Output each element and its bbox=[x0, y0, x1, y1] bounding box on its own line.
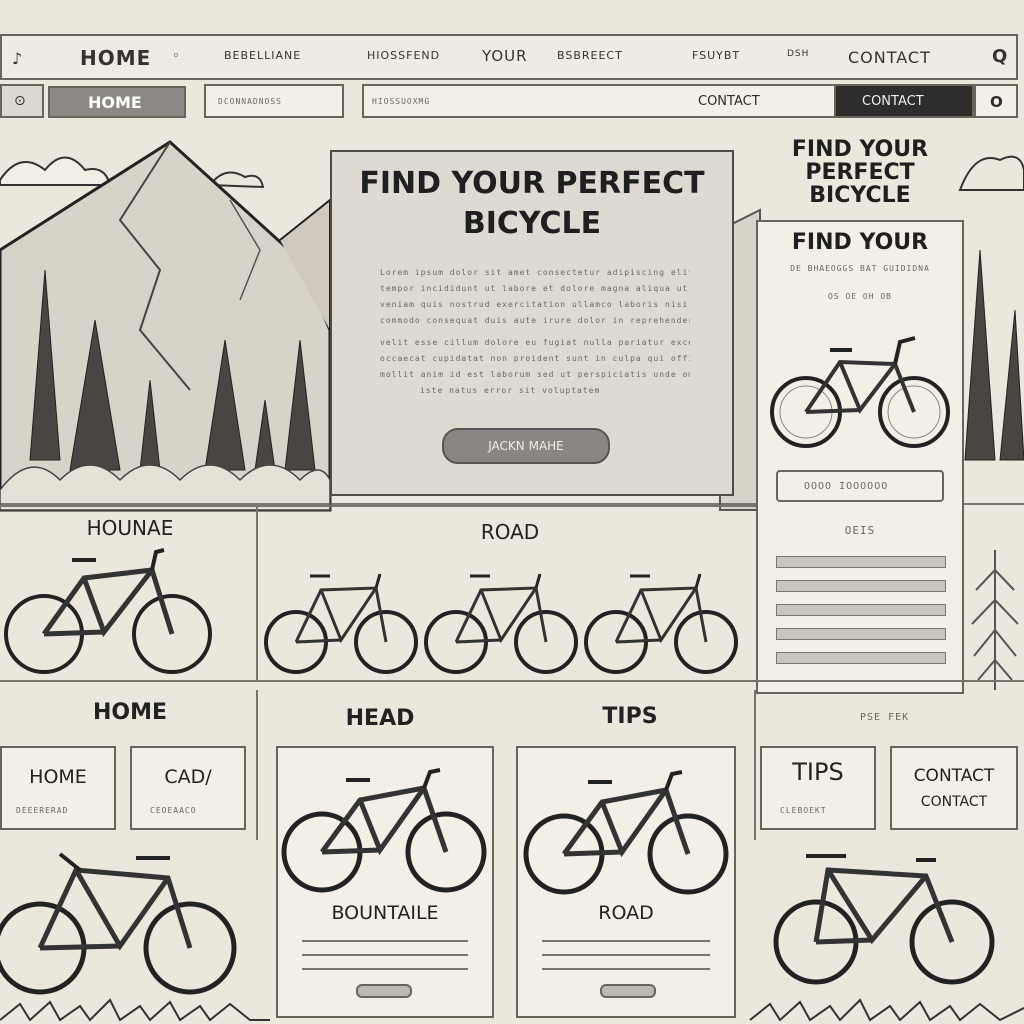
card-cadi[interactable]: CAD/ CEOEAACO bbox=[130, 746, 246, 830]
nav-link-2[interactable]: BEBELLIANE bbox=[224, 49, 301, 62]
road-bicycle-icon-2[interactable] bbox=[424, 570, 578, 680]
category-label-left[interactable]: HOUNAE bbox=[60, 516, 200, 540]
sidebar-list-bar[interactable] bbox=[776, 580, 946, 592]
card-cadi-sub: CEOEAACO bbox=[150, 806, 197, 815]
hero-cta-button[interactable]: JACKN MAHE bbox=[442, 428, 610, 464]
hero-body: Lorem ipsum dolor sit amet consectetur a… bbox=[380, 268, 690, 402]
card-tips-sub: CLEBOEKT bbox=[780, 806, 827, 815]
sidebar-list-bar[interactable] bbox=[776, 604, 946, 616]
nav-link-3[interactable]: HIOSSFEND bbox=[367, 49, 440, 62]
card-tips[interactable]: TIPS CLEBOEKT bbox=[760, 746, 876, 830]
row2-divider bbox=[754, 690, 756, 840]
hero-body-line: commodo consequat duis aute irure dolor … bbox=[380, 316, 690, 325]
category-label-road[interactable]: ROAD bbox=[440, 520, 580, 544]
section-label-tips: TIPS bbox=[602, 704, 658, 729]
card-contact-label-2: CONTACT bbox=[920, 794, 988, 810]
sidebar-card-button[interactable]: OOOO IOOOOOO bbox=[776, 470, 944, 502]
nav-home-link[interactable]: HOME bbox=[80, 46, 151, 70]
nav2-search-input[interactable]: HIOSSUOXMG CONTACT bbox=[362, 84, 836, 118]
bottom-mountain-bicycle-icon bbox=[0, 852, 237, 995]
sidebar-list-bar[interactable] bbox=[776, 652, 946, 664]
row1-divider-bottom bbox=[0, 680, 1024, 682]
mountain-bicycle-icon bbox=[281, 768, 487, 893]
nav2-home-button[interactable]: HOME bbox=[48, 86, 186, 118]
section-label-head: HEAD bbox=[345, 706, 415, 731]
nav2-field-1[interactable]: DCONNADNOSS bbox=[204, 84, 344, 118]
hero-card: FIND YOUR PERFECT BICYCLE Lorem ipsum do… bbox=[330, 150, 734, 496]
secondary-nav: ⊙ HOME DCONNADNOSS HIOSSUOXMG CONTACT CO… bbox=[0, 84, 1018, 120]
sidebar-list-bar[interactable] bbox=[776, 628, 946, 640]
hero-body-line: iste natus error sit voluptatem bbox=[420, 386, 601, 395]
card-mountain-text-line bbox=[302, 940, 468, 942]
card-mountain-text-line bbox=[302, 968, 468, 970]
sidebar-card: FIND YOUR DE BHAEOGGS BAT GUIDIDNA OS OE… bbox=[756, 220, 964, 694]
card-mountain-label: BOUNTAILE bbox=[331, 902, 439, 924]
sidebar-heading: FIND YOUR PERFECT BICYCLE bbox=[791, 137, 929, 208]
nav2-search-icon: O bbox=[990, 93, 1003, 111]
card-road-label: ROAD bbox=[598, 902, 654, 924]
card-mountain[interactable]: BOUNTAILE bbox=[276, 746, 494, 1018]
card-road[interactable]: ROAD bbox=[516, 746, 736, 1018]
hero-body-line: veniam quis nostrud exercitation ullamco… bbox=[380, 300, 690, 309]
sidebar-card-subtitle: DE BHAEOGGS BAT GUIDIDNA bbox=[790, 264, 930, 273]
card-home-label: HOME bbox=[29, 766, 87, 788]
hybrid-bicycle-icon[interactable] bbox=[4, 548, 214, 678]
nav-link-4[interactable]: YOUR bbox=[482, 47, 528, 65]
card-road-text-line bbox=[542, 940, 710, 942]
nav2-contact-dark-label: CONTACT bbox=[862, 94, 924, 109]
sidebar-card-title: FIND YOUR bbox=[791, 230, 929, 255]
nav-dot-icon: ◦ bbox=[172, 49, 181, 64]
bottom-hybrid-bicycle-icon bbox=[773, 854, 995, 985]
nav-contact-link[interactable]: CONTACT bbox=[848, 48, 931, 67]
section-caption-right: PSE FEK bbox=[860, 712, 910, 723]
fern-plant-icon bbox=[971, 550, 1019, 690]
row1-divider-top bbox=[0, 505, 756, 507]
nav-link-6[interactable]: FSUYBT bbox=[692, 49, 740, 62]
hero-body-line: Lorem ipsum dolor sit amet consectetur a… bbox=[380, 268, 690, 277]
card-cadi-label: CAD/ bbox=[164, 766, 212, 788]
nav-link-7[interactable]: DSH bbox=[787, 49, 809, 59]
road-bicycle-icon bbox=[523, 770, 729, 895]
card-tips-label: TIPS bbox=[792, 758, 844, 786]
card-home[interactable]: HOME DEEERERAD bbox=[0, 746, 116, 830]
sidebar-card-subtitle-2: OS OE OH OB bbox=[828, 292, 892, 301]
nav2-search-placeholder: HIOSSUOXMG bbox=[372, 97, 431, 106]
hero-body-line: mollit anim id est laborum sed ut perspi… bbox=[380, 370, 690, 379]
card-contact[interactable]: CONTACT CONTACT bbox=[890, 746, 1018, 830]
hero-body-line: velit esse cillum dolore eu fugiat nulla… bbox=[380, 338, 690, 347]
nav2-search-button[interactable]: O bbox=[974, 84, 1018, 118]
card-contact-label: CONTACT bbox=[913, 766, 995, 786]
card-road-text-line bbox=[542, 954, 710, 956]
card-road-text-line bbox=[542, 968, 710, 970]
nav2-field-1-text: DCONNADNOSS bbox=[218, 97, 282, 106]
nav2-contact-label: CONTACT bbox=[698, 94, 760, 109]
road-bicycle-icon-3[interactable] bbox=[584, 570, 738, 680]
search-icon[interactable]: Q bbox=[992, 46, 1008, 67]
card-mountain-text-line bbox=[302, 954, 468, 956]
nav2-contact-button[interactable]: CONTACT bbox=[834, 84, 974, 118]
hero-title: FIND YOUR PERFECT BICYCLE bbox=[359, 166, 705, 241]
hero-body-line: occaecat cupidatat non proident sunt in … bbox=[380, 354, 690, 363]
grass-ground bbox=[0, 998, 1024, 1022]
nav2-home-label: HOME bbox=[88, 93, 142, 112]
row1-divider-vertical bbox=[256, 505, 258, 681]
top-nav-bar: ♪ HOME ◦ BEBELLIANE HIOSSFEND YOUR BSBRE… bbox=[0, 34, 1018, 80]
sidebar-card-button-label: OOOO IOOOOOO bbox=[804, 481, 889, 492]
sidebar-section-label: OEIS bbox=[844, 524, 876, 537]
section-label-home: HOME bbox=[92, 700, 168, 725]
road-bicycle-icon-1[interactable] bbox=[264, 570, 418, 680]
nav2-logo-icon[interactable]: ⊙ bbox=[0, 84, 44, 118]
sidebar-list-bar[interactable] bbox=[776, 556, 946, 568]
logo-icon[interactable]: ♪ bbox=[12, 49, 23, 68]
row2-divider bbox=[256, 690, 258, 840]
hero-body-line: tempor incididunt ut labore et dolore ma… bbox=[380, 284, 690, 293]
nav-link-5[interactable]: BSBREECT bbox=[557, 49, 623, 62]
card-home-sub: DEEERERAD bbox=[16, 806, 69, 815]
sidebar-bicycle-icon bbox=[770, 336, 950, 448]
